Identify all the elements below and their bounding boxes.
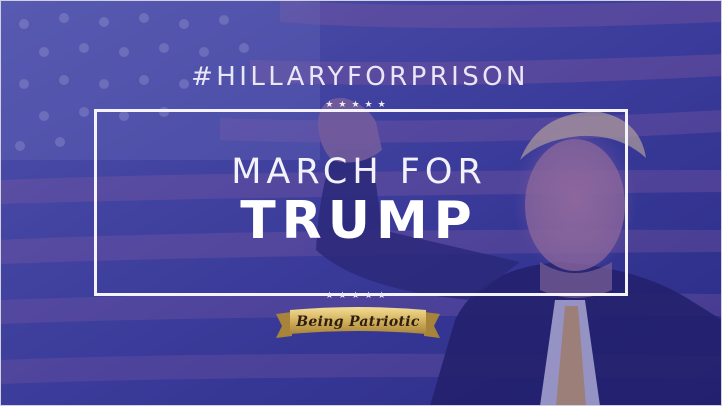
being-patriotic-badge: Being Patriotic: [296, 314, 420, 330]
headline-top-line: MARCH FOR: [0, 152, 722, 192]
headline-main-line: TRUMP: [0, 191, 722, 251]
poster-image: #HILLARYFORPRISON ★★★★★ MARCH FOR TRUMP …: [0, 0, 722, 406]
bottom-star-row: ★★★★★: [0, 291, 722, 301]
trump-text: TRUMP: [240, 191, 478, 251]
march-for-text: MARCH FOR: [231, 152, 487, 192]
star-icons: ★★★★★: [325, 291, 391, 301]
